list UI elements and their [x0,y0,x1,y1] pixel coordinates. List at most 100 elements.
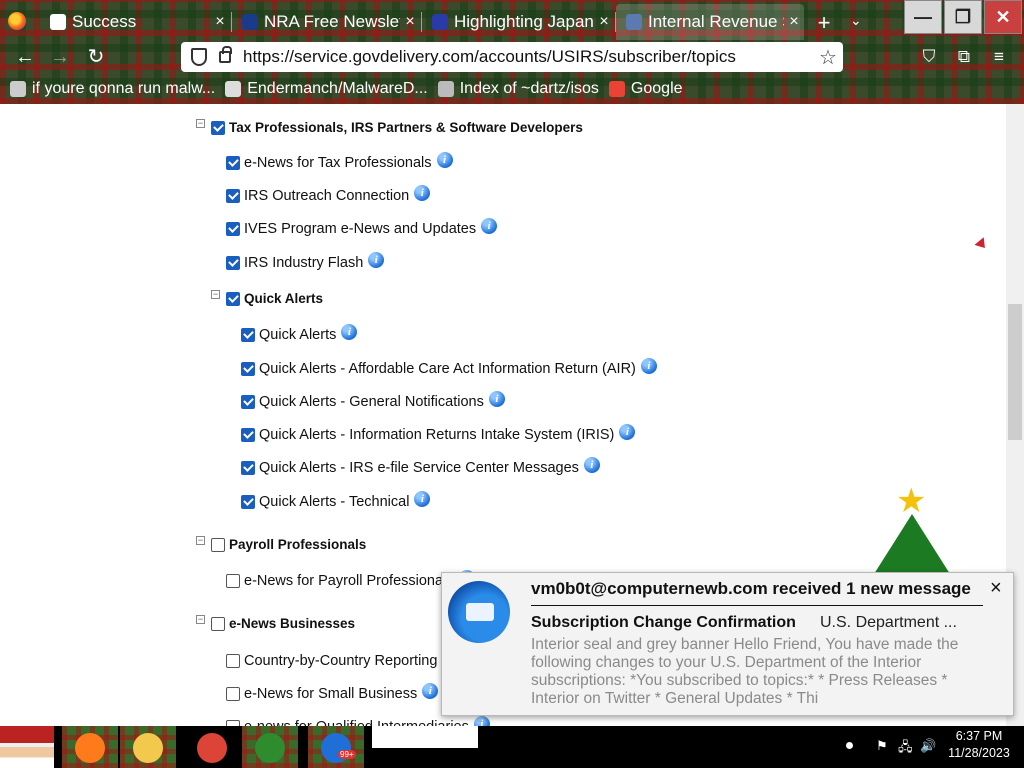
topic-checkbox[interactable] [226,654,240,668]
bookmark-item[interactable]: Index of ~dartz/isos [437,80,599,98]
tab-list-chevron-icon[interactable]: ⌄ [850,12,862,29]
topic-label[interactable]: e-News for Tax Professionals [244,155,432,171]
topic-checkbox[interactable] [226,291,240,306]
topic-checkbox[interactable] [226,189,240,203]
topic-label[interactable]: Quick Alerts - Information Returns Intak… [259,427,614,443]
menu-icon[interactable]: ≡ [988,46,1010,68]
collapse-toggle-icon[interactable]: − [211,290,220,299]
lock-icon[interactable] [219,46,232,63]
topic-label[interactable]: e-News Businesses [229,616,355,631]
address-bar[interactable]: https://service.govdelivery.com/accounts… [181,42,843,72]
bookmark-item[interactable]: Endermanch/MalwareD... [225,80,428,98]
topic-checkbox[interactable] [241,461,255,475]
topic-checkbox[interactable] [241,495,255,509]
bookmark-star-icon[interactable]: ☆ [813,45,843,70]
topic-checkbox[interactable] [241,328,255,342]
topic-checkbox[interactable] [226,687,240,701]
topic-checkbox[interactable] [226,256,240,270]
topic-row: IRS Outreach Connection i [226,185,431,204]
christmas-tree-gadget: ★ [868,484,954,574]
scrollbar-thumb[interactable] [1008,304,1022,440]
tray-dot-icon[interactable] [846,742,853,749]
topic-label[interactable]: Quick Alerts - General Notifications [259,394,484,410]
tab-close-icon[interactable]: × [400,13,420,31]
info-icon[interactable]: i [341,324,358,340]
taskbar-file-explorer-button[interactable] [120,726,176,768]
start-button-santa-icon[interactable] [0,726,54,768]
topic-checkbox[interactable] [226,156,240,170]
tab-close-icon[interactable]: × [784,13,804,31]
info-icon[interactable]: i [640,358,657,374]
chrome-icon [197,733,227,763]
topic-checkbox[interactable] [226,222,240,236]
new-tab-button[interactable]: + [814,10,834,36]
info-icon[interactable]: i [473,716,490,726]
forward-button[interactable]: → [47,44,73,70]
collapse-toggle-icon[interactable]: − [196,615,205,624]
tracking-protection-shield-icon[interactable] [191,48,207,66]
volume-icon[interactable]: 🔊 [920,738,936,754]
info-icon[interactable]: i [436,152,453,168]
bookmarks-toolbar: if youre qonna run malw... Endermanch/Mal… [0,76,1024,102]
topic-label[interactable]: Tax Professionals, IRS Partners & Softwa… [229,120,583,135]
browser-tab[interactable]: Internal Revenue S × [616,4,804,40]
browser-tab[interactable]: Success × [40,4,230,40]
topic-checkbox[interactable] [241,395,255,409]
collapse-toggle-icon[interactable]: − [196,536,205,545]
info-icon[interactable]: i [481,218,498,234]
bookmark-item[interactable]: if youre qonna run malw... [10,80,215,98]
topic-label[interactable]: e-News for Payroll Professionals [244,573,454,589]
back-button[interactable]: ← [12,44,38,70]
restore-button[interactable]: ❐ [944,0,982,34]
url-text[interactable]: https://service.govdelivery.com/accounts… [243,47,813,67]
topic-checkbox[interactable] [211,537,225,552]
network-icon[interactable]: 🖧 [898,738,914,754]
topic-label[interactable]: IVES Program e-News and Updates [244,221,476,237]
browser-tab[interactable]: NRA Free Newsletter× [232,4,420,40]
minimize-button[interactable]: — [904,0,942,34]
topic-label[interactable]: IRS Industry Flash [244,255,363,271]
topic-checkbox[interactable] [241,362,255,376]
taskbar-christmas-tree-button[interactable] [242,726,298,768]
email-notification[interactable]: vm0b0t@computernewb.com received 1 new m… [441,572,1014,716]
taskbar-chrome-button[interactable] [184,726,240,768]
topic-label[interactable]: IRS Outreach Connection [244,188,409,204]
topic-label[interactable]: Quick Alerts [244,291,323,306]
info-icon[interactable]: i [619,424,636,440]
reload-button[interactable]: ↻ [83,44,109,70]
topic-label[interactable]: Quick Alerts [259,327,336,343]
close-window-button[interactable]: ✕ [984,0,1022,34]
topic-label[interactable]: Country-by-Country Reporting [244,653,437,669]
info-icon[interactable]: i [488,391,505,407]
taskbar-thunderbird-button[interactable]: 99+ [308,726,364,768]
bookmark-item[interactable]: Google [608,80,683,98]
taskbar-firefox-button[interactable] [62,726,118,768]
extensions-icon[interactable]: ⧉ [953,46,975,68]
info-icon[interactable]: i [414,491,431,507]
taskbar-blank-item[interactable] [372,726,478,748]
tab-favicon-icon [50,14,66,30]
topic-label[interactable]: Quick Alerts - IRS e-file Service Center… [259,460,579,476]
topic-checkbox[interactable] [226,574,240,588]
notification-close-button[interactable]: × [990,577,1002,600]
tab-close-icon[interactable]: × [210,13,230,31]
info-icon[interactable]: i [414,185,431,201]
tab-close-icon[interactable]: × [594,13,614,31]
browser-tab[interactable]: Highlighting Japan × [422,4,614,40]
pocket-icon[interactable]: ⛉ [918,46,940,68]
topic-checkbox[interactable] [211,616,225,631]
firefox-icon[interactable] [8,12,26,30]
topic-checkbox[interactable] [241,428,255,442]
info-icon[interactable]: i [422,683,439,699]
collapse-toggle-icon[interactable]: − [196,119,205,128]
info-icon[interactable]: i [368,252,385,268]
action-center-flag-icon[interactable]: ⚑ [876,738,892,754]
topic-label[interactable]: Quick Alerts - Technical [259,494,409,510]
topic-label[interactable]: e-news for Qualified Intermediaries [244,719,469,726]
system-clock[interactable]: 6:37 PM 11/28/2023 [944,728,1014,762]
info-icon[interactable]: i [583,457,600,473]
topic-label[interactable]: e-News for Small Business [244,686,417,702]
topic-checkbox[interactable] [211,120,225,135]
topic-label[interactable]: Payroll Professionals [229,537,366,552]
topic-label[interactable]: Quick Alerts - Affordable Care Act Infor… [259,361,636,377]
